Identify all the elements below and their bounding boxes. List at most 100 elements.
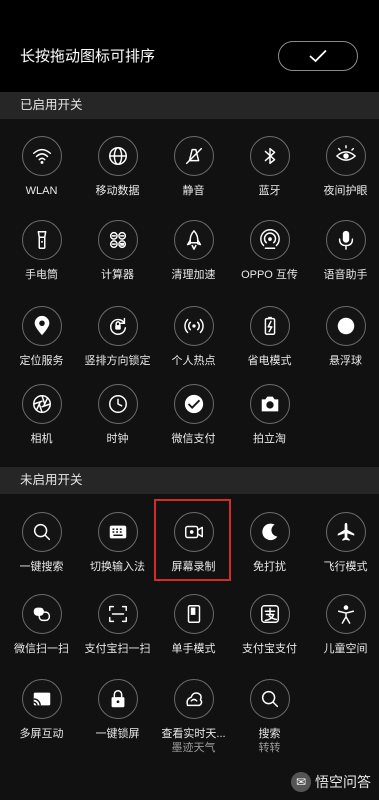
tile-button[interactable]: [21, 136, 62, 176]
tile-label: OPPO 互传: [241, 269, 298, 281]
tile-button[interactable]: [325, 220, 366, 260]
tile-label: 清理加速: [171, 269, 216, 281]
toggle-tile-disabled-11[interactable]: 一键锁屏: [80, 679, 155, 741]
tile-button[interactable]: [173, 136, 214, 176]
tile-button[interactable]: [97, 679, 138, 719]
one-hand-icon: [187, 605, 200, 623]
toggle-tile-disabled-5[interactable]: 微信扫一扫: [4, 594, 79, 656]
tile-label: 拍立淘: [253, 433, 286, 445]
toggle-tile-disabled-12[interactable]: 查看实时天... 墨迹天气: [156, 679, 231, 755]
page-title: 长按拖动图标可排序: [20, 48, 156, 65]
toggle-tile-disabled-10[interactable]: 多屏互动: [4, 679, 79, 741]
tile-button[interactable]: [249, 136, 290, 176]
tile-button[interactable]: [173, 220, 214, 260]
tile-button[interactable]: [173, 512, 214, 552]
eye-icon: [335, 145, 356, 161]
toggle-tile-disabled-8[interactable]: 支付宝支付: [232, 594, 307, 656]
tile-button[interactable]: [249, 220, 290, 260]
tile-button[interactable]: [97, 220, 138, 260]
keyboard-icon: [109, 525, 126, 539]
enabled-section-header: 已启用开关: [0, 92, 379, 119]
toggle-tile-enabled-1[interactable]: 移动数据: [80, 136, 155, 198]
tile-label: 多屏互动: [19, 728, 64, 740]
battery-icon: [264, 316, 275, 335]
tile-button[interactable]: [325, 136, 366, 176]
toggle-tile-enabled-11[interactable]: 竖排方向锁定: [80, 306, 155, 368]
tile-button[interactable]: [173, 594, 214, 634]
tile-button[interactable]: [325, 306, 366, 346]
top-bar: 长按拖动图标可排序: [0, 0, 379, 92]
location-icon: [34, 315, 49, 336]
toggle-tile-enabled-0[interactable]: WLAN: [4, 136, 79, 198]
tile-button[interactable]: [173, 384, 214, 424]
wifi-icon: [32, 148, 51, 164]
tile-label: 切换输入法: [90, 561, 145, 573]
toggle-tile-enabled-7[interactable]: 清理加速: [156, 220, 231, 282]
toggle-tile-enabled-18[interactable]: 拍立淘: [232, 384, 307, 446]
tile-button[interactable]: [325, 594, 366, 634]
tile-button[interactable]: [97, 136, 138, 176]
flashlight-icon: [37, 231, 46, 249]
tile-button[interactable]: [21, 220, 62, 260]
tile-button[interactable]: [249, 594, 290, 634]
toggle-tile-enabled-5[interactable]: 手电筒: [4, 220, 79, 282]
tile-button[interactable]: [249, 384, 290, 424]
tile-label: 微信支付: [171, 433, 216, 445]
tile-button[interactable]: [97, 306, 138, 346]
toggle-tile-enabled-9[interactable]: 语音助手: [308, 220, 379, 282]
toggle-tile-enabled-3[interactable]: 蓝牙: [232, 136, 307, 198]
toggle-tile-enabled-4[interactable]: 夜间护眼: [308, 136, 379, 198]
share-icon: [259, 229, 280, 249]
toggle-tile-disabled-4[interactable]: 飞行模式: [308, 512, 379, 574]
tile-button[interactable]: [21, 594, 62, 634]
search-icon: [261, 690, 278, 708]
toggle-tile-disabled-6[interactable]: 支付宝扫一扫: [80, 594, 155, 656]
tile-button[interactable]: [97, 384, 138, 424]
tile-label: 支付宝扫一扫: [84, 643, 151, 655]
toggle-tile-enabled-17[interactable]: 微信支付: [156, 384, 231, 446]
toggle-tile-enabled-13[interactable]: 省电模式: [232, 306, 307, 368]
tile-button[interactable]: [249, 306, 290, 346]
toggle-tile-enabled-15[interactable]: 相机: [4, 384, 79, 446]
airplane-icon: [337, 522, 354, 541]
scan-icon: [108, 605, 127, 623]
toggle-tile-enabled-2[interactable]: 静音: [156, 136, 231, 198]
globe-icon: [108, 147, 127, 165]
mute-icon: [185, 147, 202, 165]
tile-button[interactable]: [249, 679, 290, 719]
tile-label: 静音: [182, 185, 205, 197]
cast-icon: [33, 692, 50, 706]
tile-button[interactable]: [21, 679, 62, 719]
tile-label: 微信扫一扫: [14, 643, 69, 655]
tile-label: 一键锁屏: [95, 728, 140, 740]
toggle-tile-disabled-9[interactable]: 儿童空间: [308, 594, 379, 656]
tile-button[interactable]: [97, 594, 138, 634]
toggle-tile-disabled-3[interactable]: 免打扰: [232, 512, 307, 574]
moon-icon: [261, 523, 277, 541]
tile-button[interactable]: [325, 512, 366, 552]
toggle-tile-disabled-2[interactable]: 屏幕录制: [156, 512, 231, 574]
toggle-tile-enabled-16[interactable]: 时钟: [80, 384, 155, 446]
toggle-tile-disabled-1[interactable]: 切换输入法: [80, 512, 155, 574]
toggle-tile-disabled-7[interactable]: 单手模式: [156, 594, 231, 656]
tile-button[interactable]: [249, 512, 290, 552]
toggle-tile-disabled-13[interactable]: 搜索 转转: [232, 679, 307, 755]
toggle-tile-enabled-8[interactable]: OPPO 互传: [232, 220, 307, 282]
tile-button[interactable]: [173, 306, 214, 346]
rotation-lock-icon: [109, 317, 126, 335]
toggle-tile-enabled-14[interactable]: 悬浮球: [308, 306, 379, 368]
done-button[interactable]: [278, 41, 358, 71]
tile-button[interactable]: [173, 679, 214, 719]
tile-button[interactable]: [21, 384, 62, 424]
toggle-tile-disabled-0[interactable]: 一键搜索: [4, 512, 79, 574]
tile-button[interactable]: [97, 512, 138, 552]
watermark: ✉ 悟空问答: [291, 772, 371, 792]
toggle-tile-enabled-6[interactable]: 计算器: [80, 220, 155, 282]
tile-label: 支付宝支付: [242, 643, 297, 655]
tile-button[interactable]: [21, 512, 62, 552]
tile-label: 悬浮球: [329, 355, 362, 367]
toggle-tile-enabled-10[interactable]: 定位服务: [4, 306, 79, 368]
tile-button[interactable]: [21, 306, 62, 346]
toggle-tile-enabled-12[interactable]: 个人热点: [156, 306, 231, 368]
tile-label: 定位服务: [19, 355, 64, 367]
